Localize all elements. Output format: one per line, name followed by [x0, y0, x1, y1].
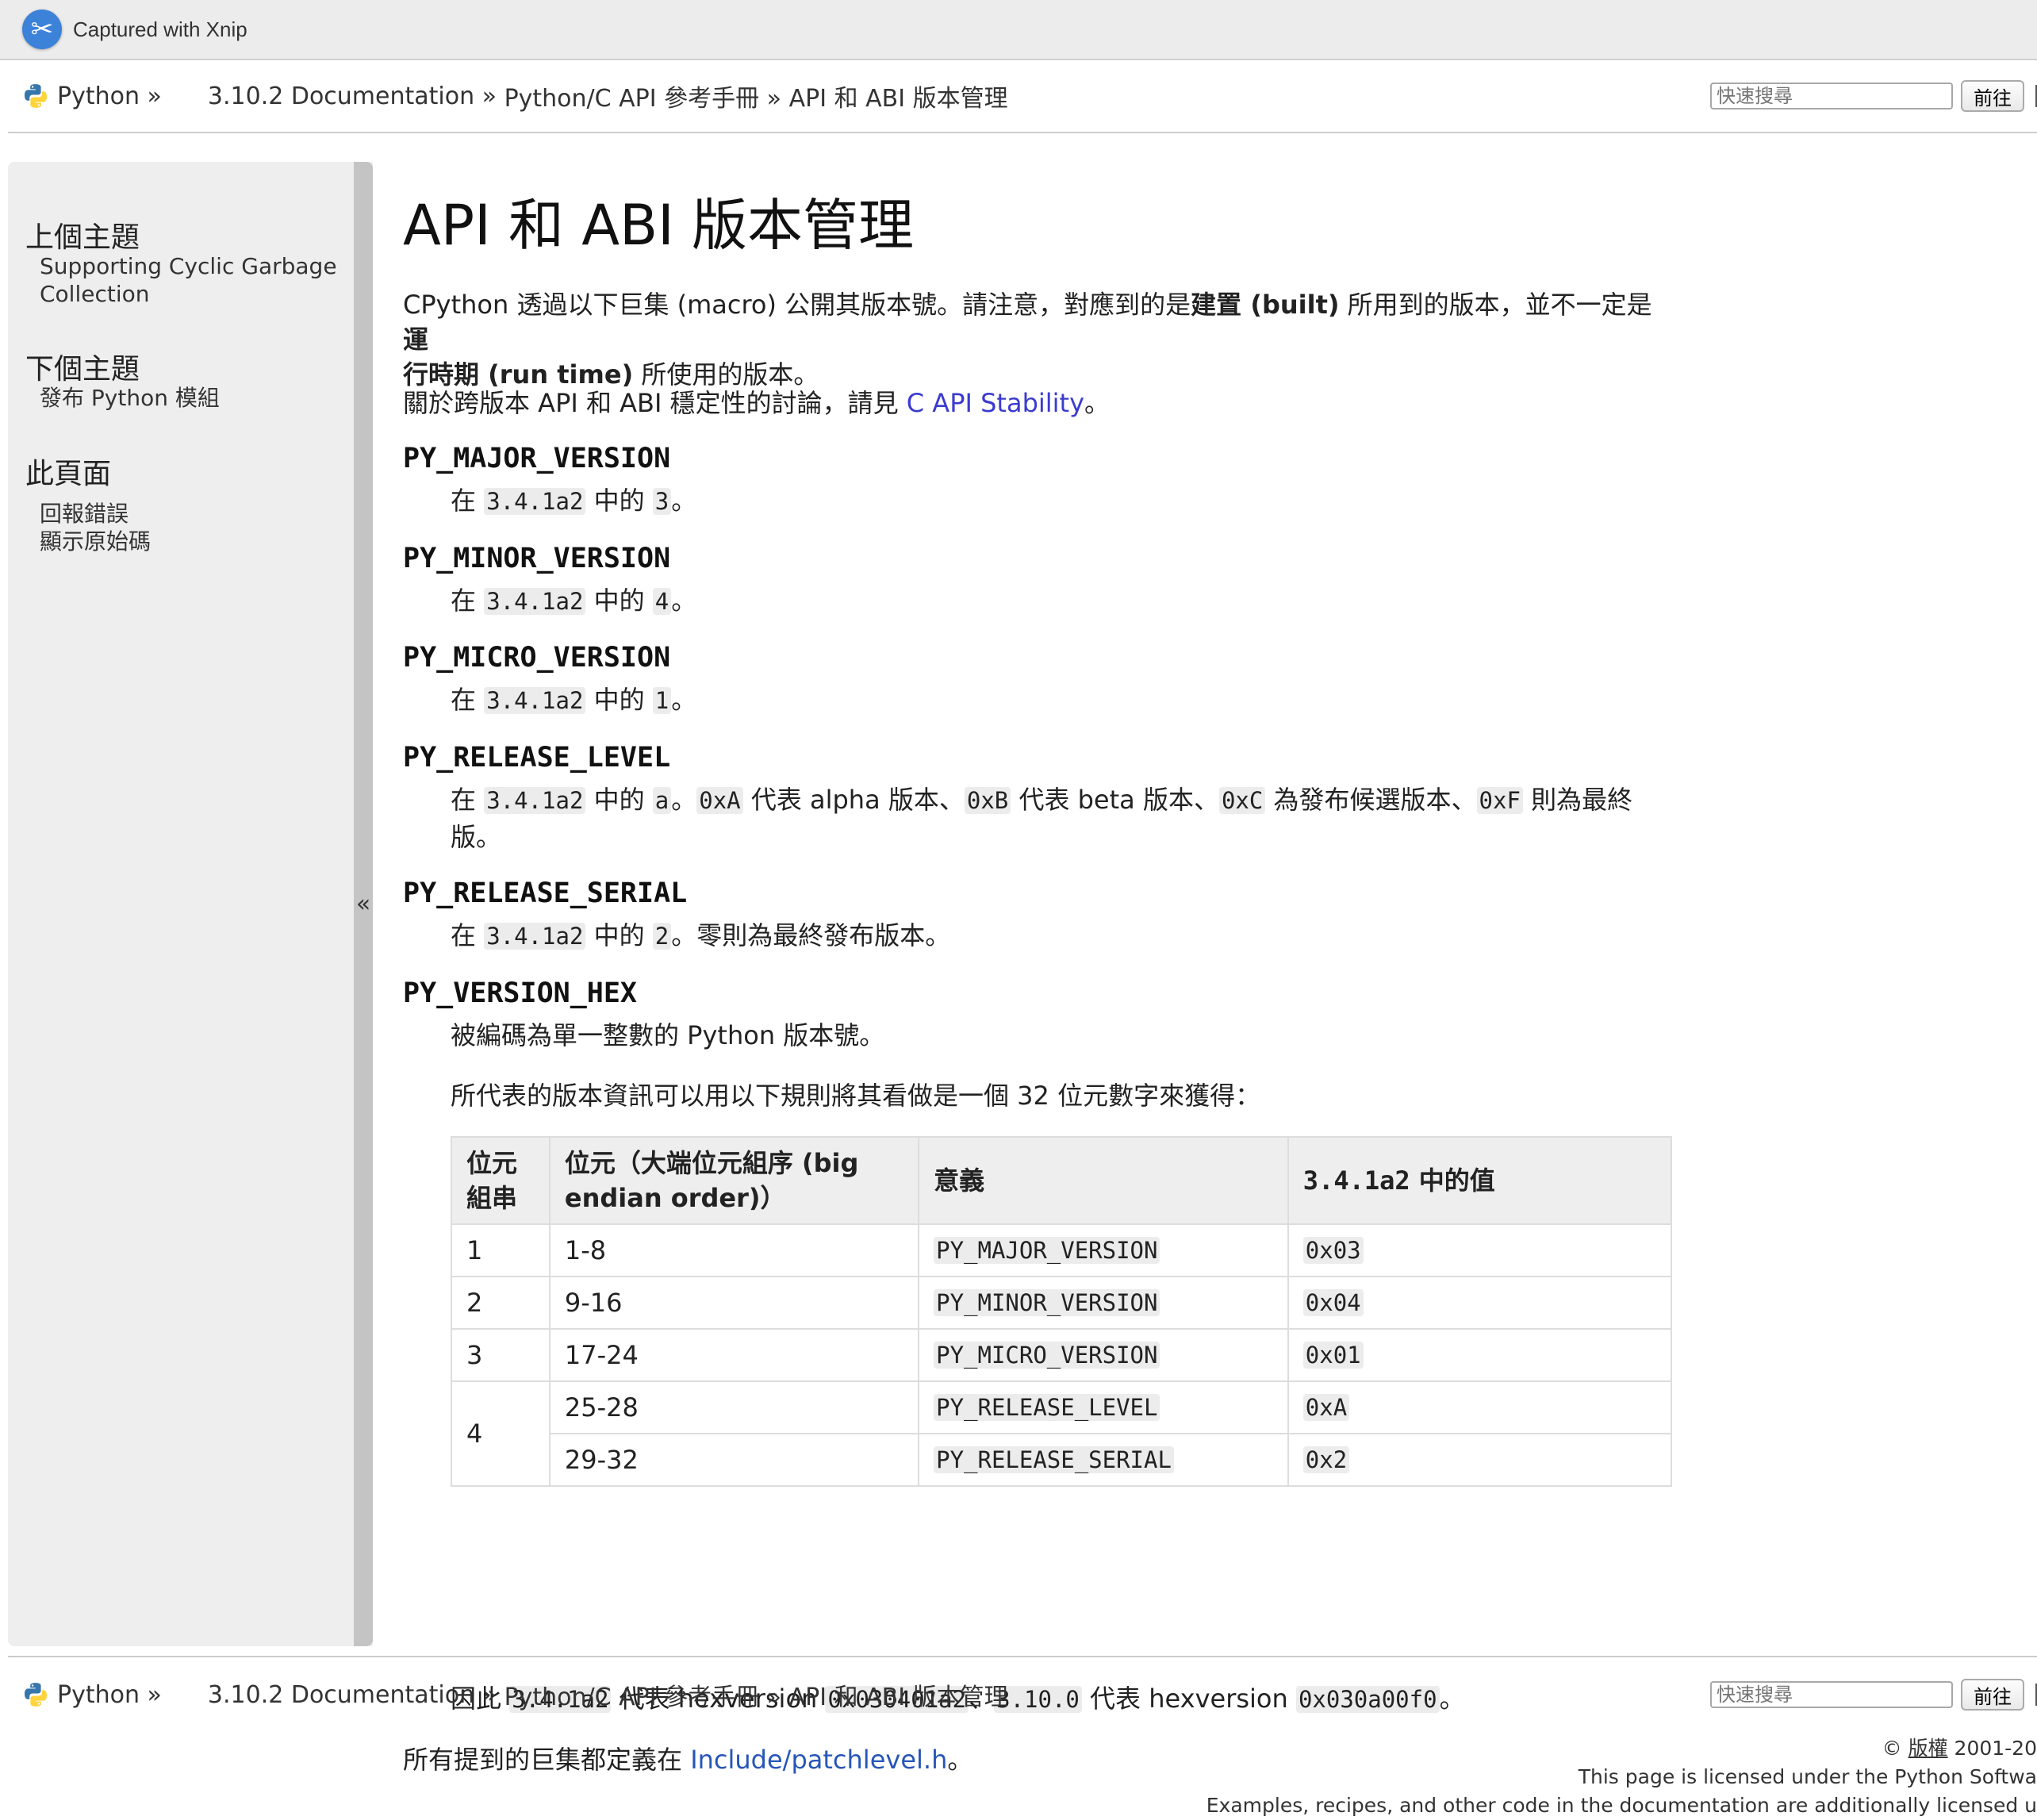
table-row: 3 17-24 PY_MICRO_VERSION 0x01 — [451, 1328, 1673, 1382]
cell-meaning: PY_MICRO_VERSION — [918, 1328, 1289, 1382]
macro-minor-desc: 在 3.4.1a2 中的 4。 — [451, 586, 697, 616]
copyright-link[interactable]: 版權 — [1908, 1737, 1948, 1760]
macro-major-desc: 在 3.4.1a2 中的 3。 — [451, 486, 697, 516]
table-row: 29-32 PY_RELEASE_SERIAL 0x2 — [451, 1433, 1673, 1487]
breadcrumb-current[interactable]: API 和 ABI 版本管理 — [789, 1677, 1008, 1712]
header-byte: 位元 組串 — [451, 1136, 550, 1225]
cell-byte: 2 — [451, 1276, 550, 1330]
xnip-logo-icon: ✂ — [22, 10, 62, 49]
breadcrumb-docs[interactable]: 3.10.2 Documentation » — [208, 83, 497, 110]
c-api-stability-link[interactable]: C API Stability — [907, 388, 1084, 418]
table-row: 2 9-16 PY_MINOR_VERSION 0x04 — [451, 1276, 1673, 1330]
sidebar-collapse-button[interactable]: « — [354, 162, 373, 1646]
cell-bits: 1-8 — [548, 1223, 920, 1277]
cell-bits: 29-32 — [548, 1433, 920, 1487]
capture-bar: ✂ Captured with Xnip — [0, 0, 2037, 60]
cell-bits: 9-16 — [548, 1276, 920, 1330]
header-bits: 位元（大端位元組序 (big endian order)） — [548, 1136, 920, 1225]
top-navbar: Python » 3.10.2 Documentation » Python/C… — [8, 60, 2037, 133]
prev-topic-link-line1[interactable]: Supporting Cyclic Garbage — [40, 252, 337, 280]
patchlevel-link[interactable]: Include/patchlevel.h — [690, 1745, 947, 1775]
intro-paragraph: CPython 透過以下巨集 (macro) 公開其版本號。請注意，對應到的是建… — [403, 290, 1652, 390]
breadcrumb-api-ref[interactable]: Python/C API 參考手冊 » — [504, 79, 781, 113]
python-logo-icon — [24, 84, 48, 108]
double-chevron-left-icon: « — [355, 890, 371, 918]
macro-version-hex-desc: 被編碼為單一整數的 Python 版本號。 — [451, 1020, 885, 1050]
cell-value: 0x2 — [1287, 1433, 1673, 1487]
macro-micro-version: PY_MICRO_VERSION — [403, 642, 671, 674]
prev-topic-heading: 上個主題 — [25, 221, 140, 254]
next-topic-link[interactable]: 發布 Python 模組 — [40, 384, 220, 412]
macro-major-version: PY_MAJOR_VERSION — [403, 443, 671, 474]
cell-byte: 3 — [451, 1328, 550, 1382]
cell-meaning: PY_RELEASE_LEVEL — [918, 1380, 1289, 1434]
macro-version-hex-rule: 所代表的版本資訊可以用以下規則將其看做是一個 32 位元數字來獲得： — [451, 1081, 1261, 1111]
prev-topic-link-line2[interactable]: Collection — [40, 280, 337, 308]
go-button[interactable]: 前往 — [1961, 1679, 2024, 1711]
this-page-heading: 此頁面 — [25, 458, 112, 490]
cell-bits: 17-24 — [548, 1328, 920, 1382]
macro-release-level: PY_RELEASE_LEVEL — [403, 742, 671, 774]
report-bug-link[interactable]: 回報錯誤 — [40, 500, 129, 528]
show-source-link[interactable]: 顯示原始碼 — [40, 528, 151, 555]
cell-value: 0x03 — [1287, 1223, 1673, 1277]
python-logo-icon — [24, 1683, 48, 1707]
breadcrumb-current[interactable]: API 和 ABI 版本管理 — [789, 79, 1008, 113]
macro-minor-version: PY_MINOR_VERSION — [403, 543, 671, 574]
table-row: 1 1-8 PY_MAJOR_VERSION 0x03 — [451, 1223, 1673, 1277]
go-button[interactable]: 前往 — [1961, 80, 2024, 112]
cell-value: 0x04 — [1287, 1276, 1673, 1330]
macro-version-hex: PY_VERSION_HEX — [403, 977, 638, 1009]
breadcrumb-python[interactable]: Python » — [57, 1681, 162, 1709]
breadcrumb-python[interactable]: Python » — [57, 83, 162, 110]
capture-label: Captured with Xnip — [73, 17, 247, 41]
cell-byte: 4 — [451, 1380, 550, 1487]
footer: © 版權 2001-20 This page is licensed under… — [1206, 1734, 2037, 1820]
macro-release-serial: PY_RELEASE_SERIAL — [403, 877, 688, 909]
license-line: This page is licensed under the Python S… — [1578, 1765, 2037, 1788]
examples-license-line: Examples, recipes, and other code in the… — [1206, 1794, 2037, 1817]
cell-value: 0x01 — [1287, 1328, 1673, 1382]
next-topic-heading: 下個主題 — [25, 353, 140, 386]
cell-meaning: PY_RELEASE_SERIAL — [918, 1433, 1289, 1487]
quick-search-input[interactable] — [1710, 1681, 1953, 1708]
header-value: 3.4.1a2 中的值 — [1287, 1136, 1673, 1225]
cell-meaning: PY_MINOR_VERSION — [918, 1276, 1289, 1330]
breadcrumb-api-ref[interactable]: Python/C API 參考手冊 » — [504, 1677, 781, 1712]
prev-topic-link[interactable]: Supporting Cyclic Garbage Collection — [40, 252, 337, 308]
table-row: 4 25-28 PY_RELEASE_LEVEL 0xA — [451, 1380, 1673, 1487]
macro-release-level-desc: 在 3.4.1a2 中的 a。 0xA 代表 alpha 版本、 0xB 代表 be… — [451, 785, 1633, 852]
header-meaning: 意義 — [918, 1136, 1289, 1225]
copyright-line: © 版權 2001-20 — [1882, 1737, 2037, 1760]
cell-byte: 1 — [451, 1223, 550, 1277]
quick-search-input[interactable] — [1710, 83, 1953, 109]
page-title: API 和 ABI 版本管理 — [403, 193, 915, 258]
table-header-row: 位元 組串 位元（大端位元組序 (big endian order)） 意義 3.4… — [451, 1136, 1673, 1225]
bottom-navbar: Python » 3.10.2 Documentation » Python/C… — [8, 1656, 2037, 1732]
cell-meaning: PY_MAJOR_VERSION — [918, 1223, 1289, 1277]
sidebar: 上個主題 Supporting Cyclic Garbage Collectio… — [8, 162, 373, 1646]
version-bits-table: 位元 組串 位元（大端位元組序 (big endian order)） 意義 3.4… — [451, 1136, 1673, 1487]
stability-paragraph: 關於跨版本 API 和 ABI 穩定性的討論，請見 C API Stabilit… — [403, 388, 1111, 418]
breadcrumb-docs[interactable]: 3.10.2 Documentation » — [208, 1681, 497, 1709]
cell-value: 0xA — [1287, 1380, 1673, 1434]
macro-micro-desc: 在 3.4.1a2 中的 1。 — [451, 685, 697, 715]
cell-bits: 25-28 — [548, 1380, 920, 1434]
macro-release-serial-desc: 在 3.4.1a2 中的 2。零則為最終發布版本。 — [451, 920, 951, 950]
